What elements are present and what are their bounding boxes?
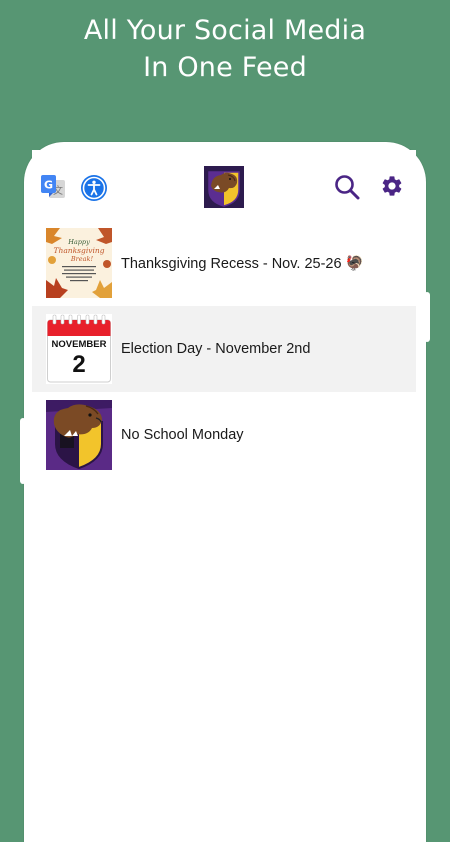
feed-item-no-school[interactable]: No School Monday	[32, 392, 416, 478]
headline-line-1: All Your Social Media	[83, 15, 367, 46]
school-logo	[204, 166, 244, 208]
school-logo-thumbnail	[46, 400, 112, 470]
thumb-text-thanksgiving: Thanksgiving	[54, 246, 105, 255]
feed-item-election-day[interactable]: NOVEMBER 2 Election Day - November 2nd	[32, 306, 416, 392]
gear-icon[interactable]	[380, 174, 404, 198]
feed-item-title: Thanksgiving Recess - Nov. 25-26 🦃	[121, 255, 364, 272]
thumb-text-break: Break!	[70, 255, 94, 263]
app-toolbar: 文 G	[32, 162, 416, 212]
svg-text:G: G	[44, 179, 53, 192]
phone-side-button-left	[20, 418, 26, 484]
thanksgiving-card-thumbnail: Happy Thanksgiving Break!	[46, 228, 112, 298]
thumb-text-happy: Happy	[67, 238, 90, 246]
accessibility-icon[interactable]	[80, 174, 108, 202]
headline-line-2: In One Feed	[143, 52, 307, 83]
feed-item-title: Election Day - November 2nd	[121, 341, 311, 357]
calendar-month: NOVEMBER	[52, 339, 107, 350]
search-icon[interactable]	[334, 174, 360, 200]
calendar-icon: NOVEMBER 2	[46, 314, 112, 384]
feed-list: Happy Thanksgiving Break! Thanksgiving R…	[32, 220, 416, 478]
headline: All Your Social Media In One Feed	[0, 12, 450, 86]
phone-side-button-right	[424, 292, 430, 342]
app-screen: 文 G Happy Thanksgiving Break! Thanksgivi…	[32, 150, 416, 800]
calendar-day: 2	[72, 351, 85, 378]
feed-item-thanksgiving[interactable]: Happy Thanksgiving Break! Thanksgiving R…	[32, 220, 416, 306]
feed-item-title: No School Monday	[121, 427, 244, 443]
translate-icon[interactable]: 文 G	[40, 174, 66, 200]
